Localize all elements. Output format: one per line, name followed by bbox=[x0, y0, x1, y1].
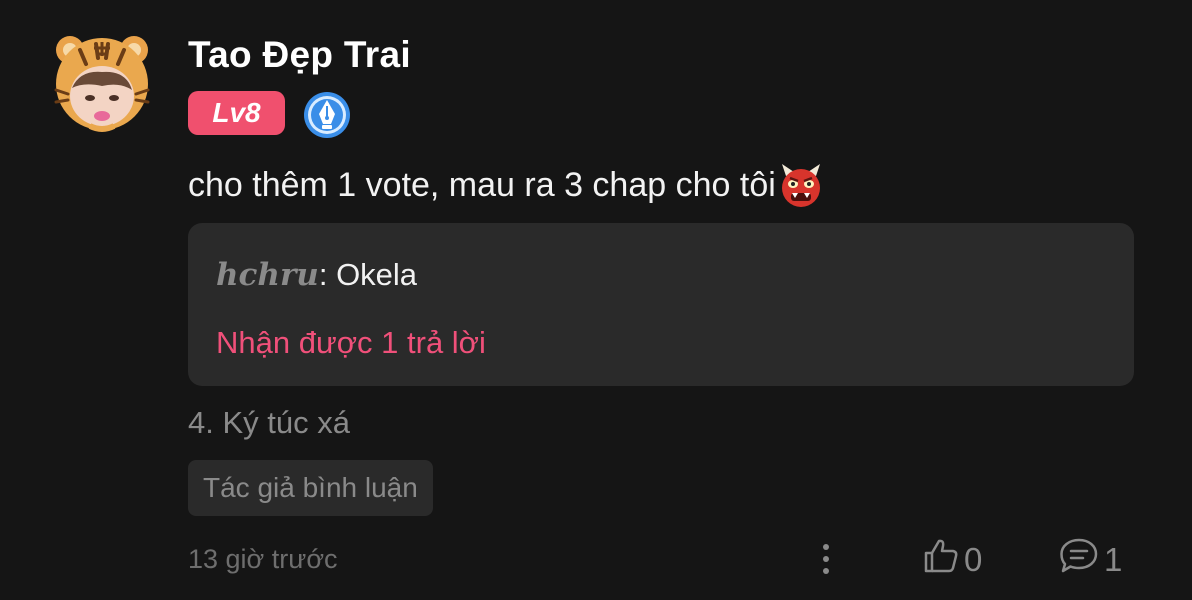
reply-separator: : bbox=[318, 257, 337, 292]
user-avatar[interactable] bbox=[50, 30, 154, 134]
view-replies-link[interactable]: Nhận được 1 trả lời bbox=[216, 325, 486, 361]
reply-author[interactable]: 𝒉𝒄𝒉𝒓𝒖 bbox=[216, 257, 319, 293]
level-badge: Lv8 bbox=[188, 91, 285, 135]
reply-preview-box[interactable]: 𝒉𝒄𝒉𝒓𝒖: Okela Nhận được 1 trả lời bbox=[188, 223, 1134, 386]
reply-text: Okela bbox=[336, 257, 418, 292]
comment-body: cho thêm 1 vote, mau ra 3 chap cho tôi bbox=[188, 165, 776, 204]
thumbs-up-icon bbox=[922, 537, 964, 583]
speech-bubble-icon bbox=[1058, 536, 1104, 584]
chapter-reference[interactable]: 4. Ký túc xá bbox=[188, 405, 350, 441]
author-comment-tag: Tác giả bình luận bbox=[188, 460, 433, 516]
like-count: 0 bbox=[964, 541, 983, 578]
like-button[interactable]: 0 bbox=[922, 538, 982, 582]
reply-preview-line: 𝒉𝒄𝒉𝒓𝒖: Okela bbox=[216, 257, 417, 293]
reply-count: 1 bbox=[1104, 541, 1123, 578]
username[interactable]: Tao Đẹp Trai bbox=[188, 34, 411, 76]
more-options-icon[interactable] bbox=[816, 541, 836, 577]
comment-timestamp: 13 giờ trước bbox=[188, 544, 338, 574]
comment-text: cho thêm 1 vote, mau ra 3 chap cho tôi bbox=[188, 162, 824, 208]
ogre-devil-icon bbox=[778, 162, 824, 208]
pen-nib-badge-icon bbox=[302, 90, 352, 140]
reply-button[interactable]: 1 bbox=[1058, 538, 1122, 582]
tag-label: Tác giả bình luận bbox=[203, 472, 418, 503]
